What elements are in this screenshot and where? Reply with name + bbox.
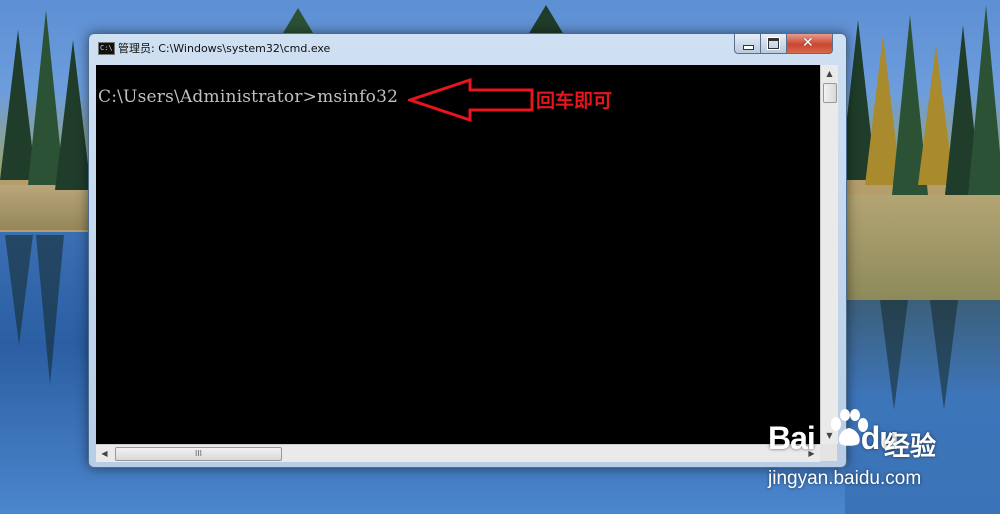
wallpaper-tree-reflection: [930, 300, 958, 410]
close-icon: ✕: [802, 35, 814, 51]
vertical-scroll-thumb[interactable]: [823, 83, 837, 103]
maximize-button[interactable]: [760, 34, 787, 54]
wallpaper-shore-right: [840, 195, 1000, 300]
maximize-icon: [767, 37, 780, 50]
close-button[interactable]: ✕: [786, 34, 833, 54]
jingyan-brand: 经验: [884, 432, 937, 462]
wallpaper-tree-reflection: [5, 235, 33, 345]
annotation-text: 回车即可: [536, 90, 613, 112]
minimize-button[interactable]: [734, 34, 761, 54]
command-prompt-line: C:\Users\Administrator>msinfo32: [98, 87, 399, 107]
vertical-scrollbar[interactable]: ▲ ▼: [820, 65, 838, 444]
baidu-paw-icon: [831, 409, 868, 446]
horizontal-scrollbar[interactable]: ◀ III ▶: [96, 444, 820, 462]
wallpaper-tree: [55, 40, 91, 190]
wallpaper-tree: [968, 5, 1000, 195]
wallpaper-tree-reflection: [880, 300, 908, 410]
wallpaper-tree: [528, 5, 564, 35]
window-title: 管理员: C:\Windows\system32\cmd.exe: [118, 42, 331, 55]
watermark-url: jingyan.baidu.com: [768, 468, 922, 489]
minimize-icon: [743, 45, 754, 50]
scroll-up-icon[interactable]: ▲: [821, 65, 838, 82]
wallpaper-shore-left: [0, 185, 95, 230]
cmd-icon-label: C:\: [100, 44, 113, 52]
wallpaper-tree-reflection: [36, 235, 64, 385]
baidu-logo-prefix: Bai: [768, 420, 816, 456]
title-bar[interactable]: C:\ 管理员: C:\Windows\system32\cmd.exe ✕: [89, 34, 846, 60]
red-arrow-icon: [408, 78, 534, 122]
horizontal-scroll-thumb[interactable]: III: [115, 447, 282, 461]
scroll-left-icon[interactable]: ◀: [96, 445, 113, 462]
cmd-icon[interactable]: C:\: [98, 42, 115, 55]
